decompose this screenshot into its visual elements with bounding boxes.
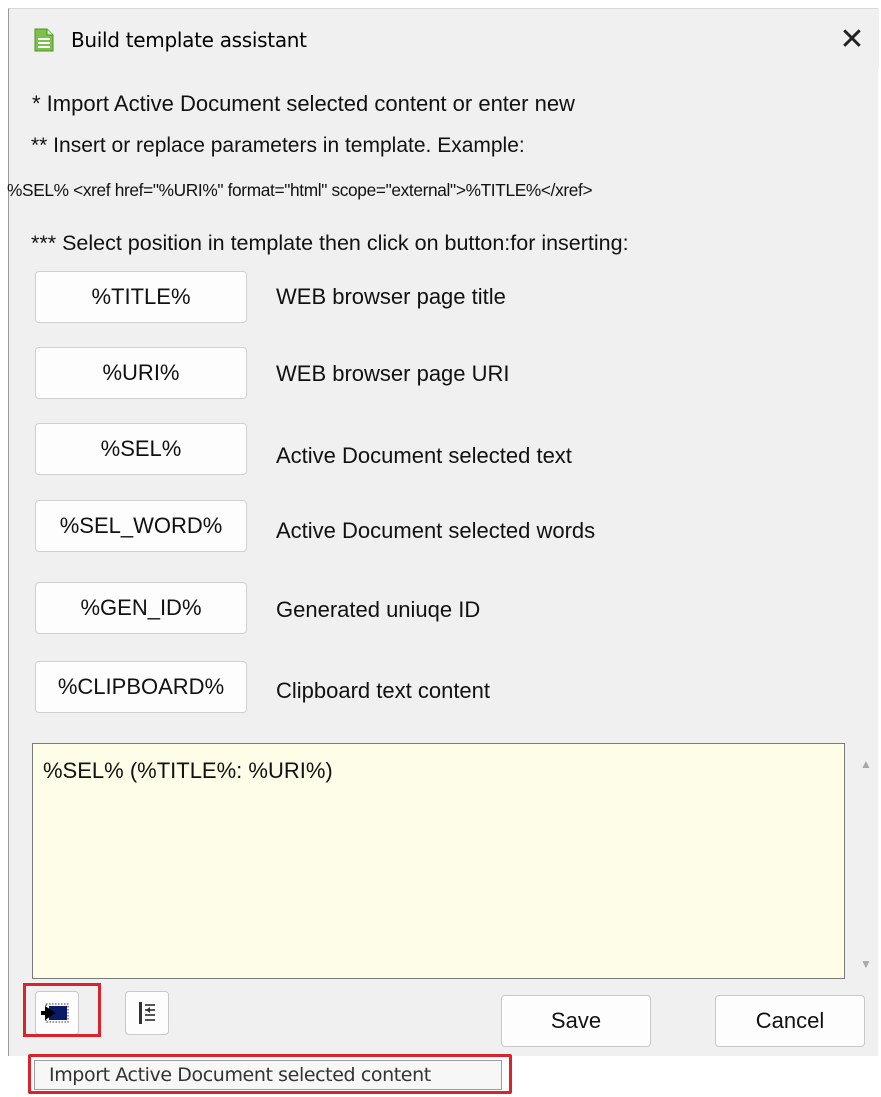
uri-param-button[interactable]: %URI% [35,347,247,399]
window-title: Build template assistant [71,28,307,52]
template-editor[interactable]: %SEL% (%TITLE%: %URI%) [32,743,845,979]
gen-id-param-button[interactable]: %GEN_ID% [35,582,247,634]
scroll-down-arrow[interactable]: ▼ [859,958,873,970]
uri-param-description: WEB browser page URI [276,361,510,386]
sel-param-button[interactable]: %SEL% [35,423,247,475]
dialog-window: Build template assistant ✕ * Import Acti… [7,8,879,1056]
clipboard-param-description: Clipboard text content [276,678,491,703]
sel-word-param-button[interactable]: %SEL_WORD% [35,500,247,552]
title-param-description: WEB browser page title [276,284,506,309]
instruction-example: %SEL% <xref href="%URI%" format="html" s… [7,180,593,200]
format-text-icon [139,1002,155,1024]
format-template-button[interactable] [125,991,169,1035]
tooltip-highlight [28,1054,512,1094]
instruction-parameters: ** Insert or replace parameters in templ… [31,134,525,157]
cancel-button[interactable]: Cancel [715,995,865,1047]
sel-param-description: Active Document selected text [276,443,572,468]
title-bar: Build template assistant ✕ [9,9,879,69]
close-icon: ✕ [839,22,865,57]
instruction-select-position: *** Select position in template then cli… [31,231,629,255]
scroll-up-arrow[interactable]: ▲ [859,758,873,770]
import-button-highlight [23,983,101,1037]
save-button[interactable]: Save [501,995,651,1047]
sel-word-param-description: Active Document selected words [276,518,596,543]
instruction-import: * Import Active Document selected conten… [32,91,575,116]
document-icon [34,28,54,52]
gen-id-param-description: Generated uniuqe ID [276,597,481,622]
close-button[interactable]: ✕ [835,23,869,57]
title-param-button[interactable]: %TITLE% [35,271,247,323]
clipboard-param-button[interactable]: %CLIPBOARD% [35,661,247,713]
